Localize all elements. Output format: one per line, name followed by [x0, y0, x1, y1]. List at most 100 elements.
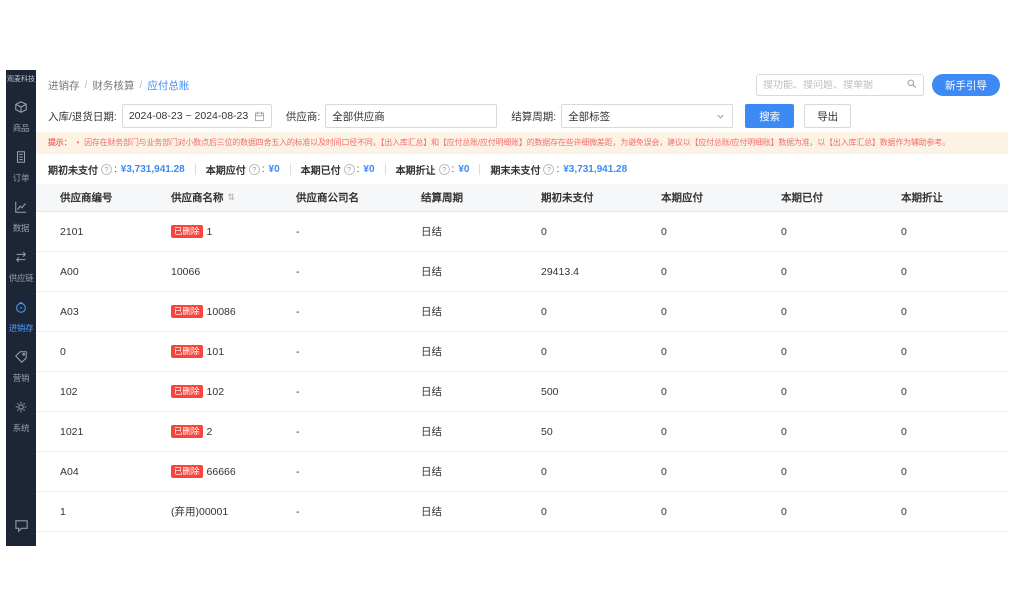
- search-button[interactable]: 搜索: [745, 104, 794, 128]
- breadcrumb-item[interactable]: 财务核算: [92, 78, 134, 93]
- supplier-field: [325, 104, 497, 128]
- supplier-name: 66666: [207, 466, 236, 478]
- help-icon[interactable]: ?: [543, 164, 554, 175]
- customer-service-icon[interactable]: [14, 518, 29, 538]
- sidebar-item-label: 供应链: [9, 272, 34, 284]
- calendar-icon[interactable]: [254, 111, 265, 122]
- notice-bar: 提示： • 因存在财务部门与业务部门对小数点后三位的数据四舍五入的标准以及时间口…: [36, 132, 1008, 154]
- table-row[interactable]: A03 已删除 10086 - 日结 0 0 0 0: [36, 292, 1008, 332]
- supplier-name: 1: [207, 226, 213, 238]
- sidebar-item-label: 进销存: [9, 322, 34, 334]
- summary-value: ¥0: [363, 164, 374, 175]
- supplier-name: 101: [207, 346, 225, 358]
- global-search-box: [756, 74, 924, 96]
- sidebar-item-orders[interactable]: 订单: [6, 142, 36, 192]
- col-current-payable: 本期应付: [651, 190, 771, 205]
- notice-text: 因存在财务部门与业务部门对小数点后三位的数据四舍五入的标准以及时间口径不同，【出…: [84, 138, 950, 147]
- sidebar-item-label: 订单: [13, 172, 29, 184]
- top-bar: 进销存 / 财务核算 / 应付总账 新手引导: [36, 70, 1008, 100]
- sidebar: 观麦科技 商品 订单 数据 供应链 进销存 营销 系统: [6, 70, 36, 546]
- cycle-filter-label: 结算周期:: [511, 109, 556, 124]
- sidebar-item-goods[interactable]: 商品: [6, 92, 36, 142]
- notice-prefix: 提示：: [48, 138, 71, 147]
- table-row[interactable]: 1021 已删除 2 - 日结 50 0 0 0: [36, 412, 1008, 452]
- breadcrumb-current: 应付总账: [147, 78, 189, 93]
- supplier-input[interactable]: [332, 110, 490, 122]
- topbar-right: 新手引导: [756, 74, 1000, 96]
- sort-icon[interactable]: ⇅: [228, 192, 236, 203]
- summary-value: ¥0: [269, 164, 280, 175]
- goods-box-icon: [14, 100, 28, 119]
- table-row[interactable]: 102 已删除 102 - 日结 500 0 0 0: [36, 372, 1008, 412]
- sidebar-item-label: 数据: [13, 222, 29, 234]
- supplier-name: 10066: [171, 266, 200, 278]
- summary-divider: [385, 164, 386, 175]
- table-row[interactable]: 2101 已删除 1 - 日结 0 0 0 0: [36, 212, 1008, 252]
- date-filter-label: 入库/退货日期:: [48, 109, 117, 124]
- logo: 观麦科技: [7, 76, 35, 84]
- summary-divider: [290, 164, 291, 175]
- deleted-badge: 已删除: [171, 305, 203, 318]
- notice-bullet: •: [76, 138, 79, 147]
- date-range-field: [122, 104, 272, 128]
- supplier-filter-label: 供应商:: [286, 109, 320, 124]
- summary-opening-unpaid: 期初未支付 ? : ¥3,731,941.28: [48, 162, 185, 177]
- table-header: 供应商编号 供应商名称 ⇅ 供应商公司名 结算周期 期初未支付 本期应付 本期已…: [36, 184, 1008, 212]
- deleted-badge: 已删除: [171, 225, 203, 238]
- sidebar-item-supply-chain[interactable]: 供应链: [6, 242, 36, 292]
- sidebar-item-inventory[interactable]: 进销存: [6, 292, 36, 342]
- summary-value: ¥3,731,941.28: [563, 164, 627, 175]
- summary-bar: 期初未支付 ? : ¥3,731,941.28 本期应付 ? : ¥0 本期已付…: [36, 154, 1008, 184]
- breadcrumb-separator: /: [139, 79, 142, 91]
- table-row[interactable]: 1 (弃用)00001 - 日结 0 0 0 0: [36, 492, 1008, 532]
- summary-divider: [479, 164, 480, 175]
- export-button[interactable]: 导出: [804, 104, 851, 128]
- exchange-arrows-icon: [14, 250, 28, 269]
- summary-closing-unpaid: 期末未支付 ? : ¥3,731,941.28: [490, 162, 627, 177]
- col-current-discount: 本期折让: [891, 190, 1008, 205]
- supplier-name: (弃用)00001: [171, 504, 228, 519]
- sidebar-item-label: 商品: [13, 122, 29, 134]
- help-icon[interactable]: ?: [249, 164, 260, 175]
- cycle-selected-value: 全部标签: [568, 109, 610, 124]
- col-supplier-code: 供应商编号: [36, 190, 161, 205]
- summary-value: ¥0: [458, 164, 469, 175]
- deleted-badge: 已删除: [171, 465, 203, 478]
- date-range-input[interactable]: [129, 110, 250, 122]
- col-opening-unpaid: 期初未支付: [531, 190, 651, 205]
- settlement-cycle-select[interactable]: 全部标签: [561, 104, 733, 128]
- tag-icon: [14, 350, 28, 369]
- search-icon[interactable]: [906, 76, 917, 94]
- order-file-icon: [14, 150, 28, 169]
- main-content: 进销存 / 财务核算 / 应付总账 新手引导 入库/退货日期: 供应商:: [36, 70, 1008, 546]
- deleted-badge: 已删除: [171, 425, 203, 438]
- help-icon[interactable]: ?: [344, 164, 355, 175]
- summary-current-paid: 本期已付 ? : ¥0: [301, 162, 375, 177]
- app-window: 观麦科技 商品 订单 数据 供应链 进销存 营销 系统: [6, 70, 1008, 546]
- gear-icon: [14, 400, 28, 419]
- payables-table: 供应商编号 供应商名称 ⇅ 供应商公司名 结算周期 期初未支付 本期应付 本期已…: [36, 184, 1008, 546]
- breadcrumb-item[interactable]: 进销存: [48, 78, 80, 93]
- supplier-name: 10086: [207, 306, 236, 318]
- table-row[interactable]: A00 10066 - 日结 29413.4 0 0 0: [36, 252, 1008, 292]
- table-row[interactable]: A04 已删除 66666 - 日结 0 0 0 0: [36, 452, 1008, 492]
- col-settlement-cycle: 结算周期: [411, 190, 531, 205]
- supplier-name: 102: [207, 386, 225, 398]
- help-icon[interactable]: ?: [101, 164, 112, 175]
- help-icon[interactable]: ?: [439, 164, 450, 175]
- sidebar-item-system[interactable]: 系统: [6, 392, 36, 442]
- summary-current-payable: 本期应付 ? : ¥0: [206, 162, 280, 177]
- sidebar-item-data[interactable]: 数据: [6, 192, 36, 242]
- filter-bar: 入库/退货日期: 供应商: 结算周期: 全部标签 搜索 导出: [36, 100, 1008, 132]
- piggy-bank-icon: [14, 300, 28, 319]
- col-current-paid: 本期已付: [771, 190, 891, 205]
- deleted-badge: 已删除: [171, 345, 203, 358]
- col-company-name: 供应商公司名: [286, 190, 411, 205]
- chart-line-icon: [14, 200, 28, 219]
- table-row[interactable]: 0 已删除 101 - 日结 0 0 0 0: [36, 332, 1008, 372]
- sidebar-item-marketing[interactable]: 营销: [6, 342, 36, 392]
- sidebar-item-label: 营销: [13, 372, 29, 384]
- beginner-guide-button[interactable]: 新手引导: [932, 74, 1000, 96]
- global-search-input[interactable]: [763, 80, 906, 91]
- summary-value: ¥3,731,941.28: [121, 164, 185, 175]
